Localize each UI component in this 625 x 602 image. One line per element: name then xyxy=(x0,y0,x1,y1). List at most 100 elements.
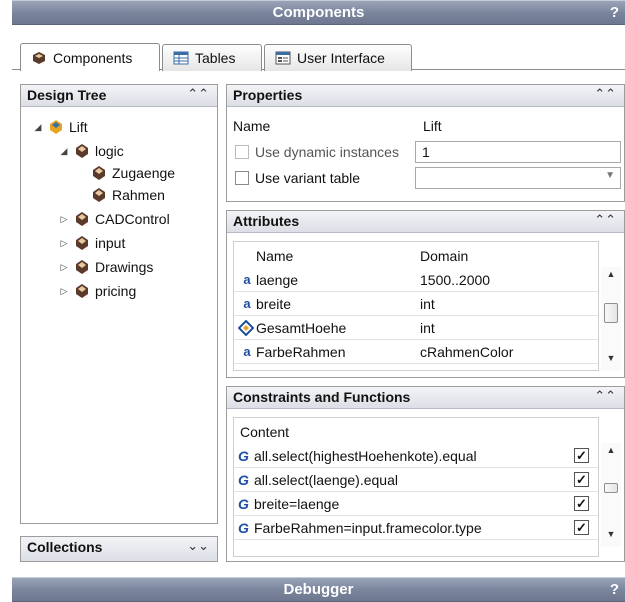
attributes-scrollbar[interactable]: ▲ ▼ xyxy=(601,267,621,371)
attribute-row[interactable]: GesamtHoehe int xyxy=(234,316,598,340)
collapse-icon[interactable]: ⌃⌃ xyxy=(594,388,616,404)
collapsed-toggle-icon[interactable]: ▷ xyxy=(59,214,69,225)
attributes-header: Attributes ⌃⌃ xyxy=(227,211,624,233)
scroll-down-icon[interactable]: ▼ xyxy=(601,529,621,545)
collapsed-toggle-icon[interactable]: ▷ xyxy=(59,238,69,249)
collections-panel[interactable]: Collections ⌄⌄ xyxy=(20,536,218,562)
variant-table-checkbox[interactable] xyxy=(235,171,249,185)
dynamic-instances-field[interactable]: 1 xyxy=(415,141,621,163)
scroll-thumb[interactable] xyxy=(604,483,618,493)
component-icon xyxy=(76,212,88,226)
scroll-thumb[interactable] xyxy=(604,303,618,323)
collapse-icon[interactable]: ⌃⌃ xyxy=(187,86,209,102)
function-icon: G xyxy=(238,447,249,464)
tree-node-label: pricing xyxy=(95,283,137,299)
tree-node-label: Zugaenge xyxy=(112,165,176,181)
attributes-panel: Attributes ⌃⌃ Name Domain a laenge 1500.… xyxy=(226,210,625,378)
expanded-toggle-icon[interactable]: ◢ xyxy=(33,122,43,133)
help-button[interactable]: ? xyxy=(610,4,619,21)
constraints-grid: Content G all.select(highestHoehenkote).… xyxy=(233,417,599,557)
scroll-down-icon[interactable]: ▼ xyxy=(601,353,621,369)
debugger-titlebar: Debugger ? xyxy=(12,577,625,602)
tree-node-drawings[interactable]: ▷ Drawings xyxy=(59,257,154,277)
constraint-row[interactable]: G FarbeRahmen=input.framecolor.type ✓ xyxy=(234,516,598,540)
user-interface-icon xyxy=(275,51,291,65)
component-icon xyxy=(76,260,88,274)
constraint-row[interactable]: G all.select(highestHoehenkote).equal ✓ xyxy=(234,444,598,468)
component-icon xyxy=(93,188,105,202)
tree-node-label: Drawings xyxy=(95,259,154,275)
name-value[interactable]: Lift xyxy=(423,118,442,134)
constraint-enabled-checkbox[interactable]: ✓ xyxy=(574,496,589,511)
help-button[interactable]: ? xyxy=(610,581,619,598)
tree-node-label: CADControl xyxy=(95,211,170,227)
collapsed-toggle-icon[interactable]: ▷ xyxy=(59,286,69,297)
design-tree-panel: Design Tree ⌃⌃ ◢ Lift ◢ logic Zugaenge R… xyxy=(20,84,218,524)
component-icon xyxy=(76,236,88,250)
attribute-domain: int xyxy=(420,319,435,336)
tree-node-cadcontrol[interactable]: ▷ CADControl xyxy=(59,209,170,229)
collapse-icon[interactable]: ⌃⌃ xyxy=(594,212,616,228)
collections-header[interactable]: Collections ⌄⌄ xyxy=(21,537,217,561)
expanded-toggle-icon[interactable]: ◢ xyxy=(59,146,69,157)
constraints-title: Constraints and Functions xyxy=(233,389,411,405)
attribute-row[interactable]: a breite int xyxy=(234,292,598,316)
attribute-name: breite xyxy=(256,295,292,312)
design-tree-title: Design Tree xyxy=(27,87,107,103)
constraints-panel: Constraints and Functions ⌃⌃ Content G a… xyxy=(226,386,625,562)
attribute-name: GesamtHoehe xyxy=(256,319,347,336)
component-icon xyxy=(76,144,88,158)
attributes-grid: Name Domain a laenge 1500..2000 a breite… xyxy=(233,241,599,371)
scroll-up-icon[interactable]: ▲ xyxy=(601,269,621,285)
design-tree-header: Design Tree ⌃⌃ xyxy=(21,85,217,107)
scroll-up-icon[interactable]: ▲ xyxy=(601,445,621,461)
constraints-header-row: Content xyxy=(234,420,598,444)
properties-panel: Properties ⌃⌃ Name Lift Use dynamic inst… xyxy=(226,84,625,202)
tab-tables-label: Tables xyxy=(195,50,236,66)
name-label: Name xyxy=(233,118,271,134)
expand-icon[interactable]: ⌄⌄ xyxy=(187,538,209,554)
components-title: Components xyxy=(272,4,365,21)
components-titlebar: Components ? xyxy=(12,0,625,25)
variant-table-select[interactable]: ▼ xyxy=(415,167,621,189)
component-icon xyxy=(33,51,45,64)
dynamic-instances-row: Use dynamic instances 1 xyxy=(227,139,624,165)
attribute-type-icon: a xyxy=(243,296,251,311)
attribute-type-icon: a xyxy=(243,344,251,359)
attribute-domain: int xyxy=(420,295,435,312)
attributes-header-row: Name Domain xyxy=(234,244,598,268)
dynamic-instances-label: Use dynamic instances xyxy=(255,144,399,160)
constraint-enabled-checkbox[interactable]: ✓ xyxy=(574,472,589,487)
tree-node-lift[interactable]: ◢ Lift xyxy=(33,117,88,137)
tree-node-pricing[interactable]: ▷ pricing xyxy=(59,281,137,301)
constraint-row[interactable]: G breite=laenge ✓ xyxy=(234,492,598,516)
constraint-enabled-checkbox[interactable]: ✓ xyxy=(574,448,589,463)
variant-table-label: Use variant table xyxy=(255,170,361,186)
tree-node-label: Rahmen xyxy=(112,187,165,203)
tab-components[interactable]: Components xyxy=(20,43,160,71)
constraint-enabled-checkbox[interactable]: ✓ xyxy=(574,520,589,535)
name-row: Name Lift xyxy=(227,113,624,139)
function-icon: G xyxy=(238,519,249,536)
constraint-row[interactable]: G all.select(laenge).equal ✓ xyxy=(234,468,598,492)
tree-node-zugaenge[interactable]: Zugaenge xyxy=(91,163,175,183)
tab-tables[interactable]: Tables xyxy=(162,44,262,71)
tree-node-label: input xyxy=(95,235,126,251)
attribute-row[interactable]: a laenge 1500..2000 xyxy=(234,268,598,292)
dynamic-instances-checkbox[interactable] xyxy=(235,145,249,159)
attribute-row[interactable]: a FarbeRahmen cRahmenColor xyxy=(234,340,598,364)
tree-node-label: Lift xyxy=(69,119,88,135)
tree-node-rahmen[interactable]: Rahmen xyxy=(91,185,165,205)
variant-table-row: Use variant table ▼ xyxy=(227,165,624,191)
attribute-type-icon: a xyxy=(243,272,251,287)
component-icon xyxy=(93,166,105,180)
tab-user-interface[interactable]: User Interface xyxy=(264,44,412,71)
dropdown-arrow-icon[interactable]: ▼ xyxy=(605,170,615,181)
collapsed-toggle-icon[interactable]: ▷ xyxy=(59,262,69,273)
attribute-domain: cRahmenColor xyxy=(420,343,514,360)
constraints-scrollbar[interactable]: ▲ ▼ xyxy=(601,443,621,547)
constraint-content: breite=laenge xyxy=(254,495,340,512)
tree-node-input[interactable]: ▷ input xyxy=(59,233,126,253)
collapse-icon[interactable]: ⌃⌃ xyxy=(594,86,616,102)
tree-node-logic[interactable]: ◢ logic xyxy=(59,141,124,161)
